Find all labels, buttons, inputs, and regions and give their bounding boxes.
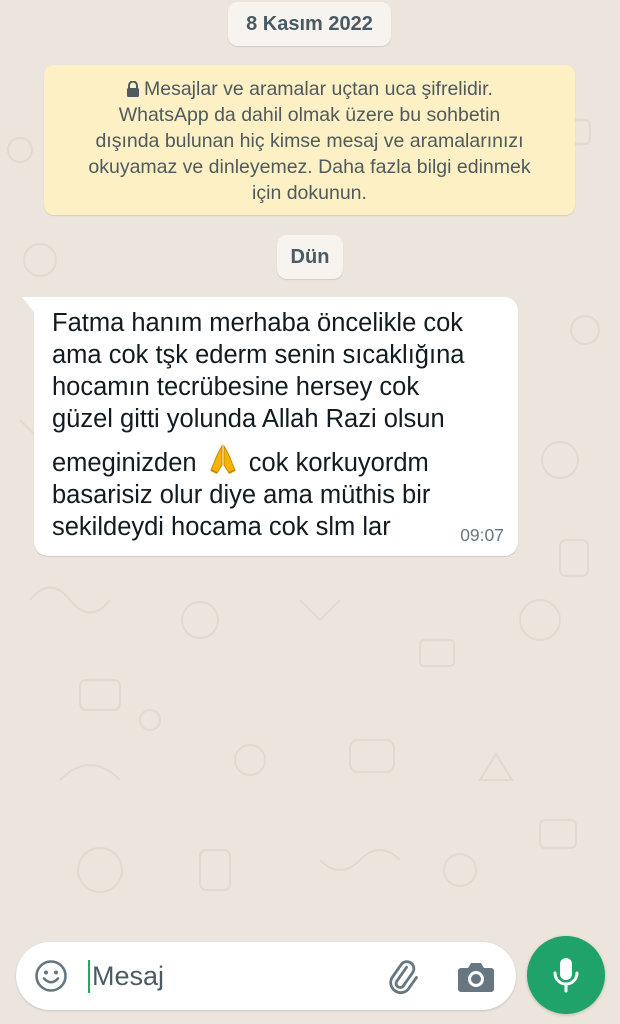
message-timestamp: 09:07 <box>460 525 504 545</box>
message-line: basarisiz olur diye ama müthis bir <box>52 481 431 509</box>
bubble-tail <box>22 297 34 312</box>
message-composer <box>16 942 516 1010</box>
encryption-notice-line: Mesajlar ve aramalar uçtan uca şifrelidi… <box>58 76 561 102</box>
microphone-button[interactable] <box>527 936 605 1014</box>
encryption-notice-line: WhatsApp da dahil olmak üzere bu sohbeti… <box>118 104 501 126</box>
message-text: emeginizden <box>52 449 197 477</box>
date-chip: 8 Kasım 2022 <box>228 2 391 46</box>
encryption-notice-line: dışında bulunan hiç kimse mesaj ve arama… <box>95 130 524 152</box>
message-text: cok korkuyordm <box>248 449 429 477</box>
encryption-notice[interactable]: Mesajlar ve aramalar uçtan uca şifrelidi… <box>44 65 575 215</box>
message-line: güzel gitti yolunda Allah Razi olsun <box>52 405 445 433</box>
camera-icon[interactable] <box>456 958 496 994</box>
message-line: Fatma hanım merhaba öncelikle cok <box>52 309 464 337</box>
message-line: emeginizden cok korkuyordm <box>52 443 429 478</box>
lock-icon <box>127 81 139 97</box>
day-chip: Dün <box>277 235 343 279</box>
encryption-notice-text: Mesajlar ve aramalar uçtan uca şifrelidi… <box>144 78 493 100</box>
encryption-notice-line: için dokunun. <box>252 182 367 204</box>
folded-hands-emoji-icon <box>210 444 236 474</box>
message-input[interactable] <box>92 956 372 996</box>
microphone-icon <box>553 958 579 993</box>
encryption-notice-line: okuyamaz ve dinleyemez. Daha fazla bilgi… <box>88 156 531 178</box>
message-line: ama cok tşk ederm senin sıcaklığına <box>52 341 465 369</box>
incoming-message-bubble[interactable]: Fatma hanım merhaba öncelikle cok ama co… <box>22 297 518 556</box>
emoji-icon[interactable] <box>34 959 68 993</box>
text-cursor <box>88 960 90 993</box>
message-line: sekildeydi hocama cok slm lar <box>52 513 391 541</box>
paperclip-icon[interactable] <box>384 957 422 995</box>
message-line: hocamın tecrübesine hersey cok <box>52 373 420 401</box>
